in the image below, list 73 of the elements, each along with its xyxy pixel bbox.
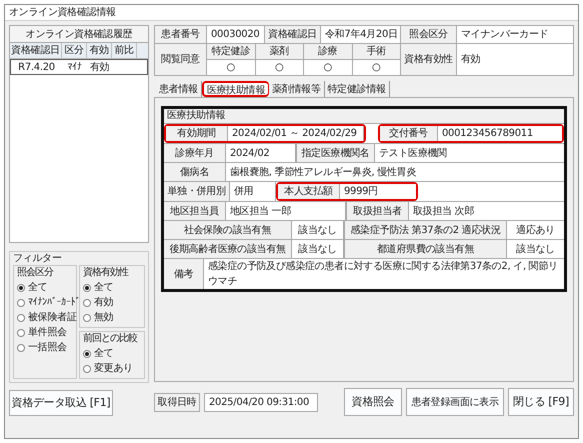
radio-button[interactable]: [83, 314, 91, 322]
radio-button[interactable]: [83, 364, 91, 372]
radio-button[interactable]: [17, 298, 25, 306]
field-label: 資格確認日: [265, 26, 321, 44]
group-title: 前回との比較: [83, 332, 138, 346]
column-header: 区分: [62, 43, 87, 58]
window-title: オンライン資格確認情報: [5, 5, 578, 21]
action-button[interactable]: 資格照会: [344, 388, 402, 416]
radio-button[interactable]: [17, 284, 25, 292]
action-button[interactable]: 患者登録画面に表示: [406, 388, 504, 416]
field-label: 単独・併用別: [164, 182, 230, 201]
column-header: 手術: [352, 44, 401, 60]
column-header: 前比: [112, 43, 137, 58]
action-button[interactable]: 閉じる [F9]: [508, 388, 574, 416]
radio-label: 一括照会: [28, 341, 67, 355]
field-value: マイナンバーカード: [457, 26, 574, 44]
history-row[interactable]: R7.4.20 ﾏｲﾅ 有効: [10, 59, 148, 75]
consent-mark: ○: [324, 61, 332, 75]
section-title: 医療扶助情報: [164, 109, 564, 123]
field-label: 傷病名: [164, 163, 226, 181]
column-header: 資格確認日: [10, 43, 62, 58]
radio-button[interactable]: [17, 328, 25, 336]
field-value: 2025/04/20 09:31:00: [204, 392, 318, 412]
field-label: 本人支払額: [278, 184, 340, 199]
field-label: 閲覧同意: [155, 44, 207, 76]
filter-title: フィルター: [13, 252, 63, 265]
field-label: 社会保険の該当有無: [164, 221, 292, 239]
field-label: 指定医療機関名: [297, 144, 375, 162]
history-title: オンライン資格確認履歴: [9, 25, 149, 43]
column-header: 有効: [87, 43, 112, 58]
field-label: 照会区分: [401, 26, 457, 44]
field-label: 資格有効性: [401, 44, 457, 76]
field-label: 交付番号: [380, 126, 438, 141]
field-label: 備考: [164, 259, 204, 289]
field-value: 令和7年4月20日: [321, 26, 401, 44]
radio-label: 無効: [94, 310, 114, 325]
group-title: 資格有効性: [83, 266, 130, 280]
field-value: 00030020: [207, 26, 265, 44]
radio-label: ﾏｲﾅﾝﾊﾞｰｶｰﾄﾞ: [28, 296, 80, 310]
field-label: 診療年月: [164, 144, 226, 162]
column-header: 薬剤: [256, 44, 304, 60]
consent-mark: ○: [275, 61, 284, 75]
consent-mark: ○: [372, 61, 380, 75]
consent-mark: ○: [226, 61, 235, 75]
radio-button[interactable]: [83, 284, 91, 292]
group-title: 照会区分: [17, 266, 54, 280]
field-value: 有効: [457, 44, 574, 76]
column-header: 診療: [304, 44, 352, 60]
table-cell-text: R7.4.20: [18, 60, 55, 74]
radio-label: 全て: [28, 281, 48, 295]
field-label: 後期高齢者医療の該当有無: [164, 240, 292, 258]
table-cell-text: ﾏｲﾅ: [67, 60, 82, 74]
field-label: 感染症予防法 第37条の2 適応状況: [345, 221, 507, 239]
table-cell-text: 有効: [90, 60, 110, 74]
field-label: 取扱担当者: [347, 202, 409, 220]
radio-label: 全て: [94, 347, 114, 361]
radio-button[interactable]: [17, 314, 25, 322]
field-label: 都道府県費の該当有無: [345, 240, 507, 258]
radio-button[interactable]: [83, 298, 91, 306]
radio-label: 全て: [94, 281, 114, 295]
radio-label: 有効: [94, 296, 114, 310]
radio-button[interactable]: [83, 350, 91, 358]
tab[interactable]: 医療扶助情報: [202, 81, 270, 97]
field-label: 有効期間: [166, 126, 228, 141]
field-label: 地区担当員: [164, 202, 226, 220]
import-button[interactable]: 資格データ取込 [F1]: [9, 390, 113, 416]
radio-button[interactable]: [17, 344, 25, 352]
column-header: 特定健診: [207, 44, 256, 60]
radio-label: 被保険者証: [28, 310, 77, 325]
field-label: 患者番号: [155, 26, 207, 44]
radio-label: 変更あり: [94, 362, 133, 376]
radio-label: 単件照会: [28, 326, 67, 340]
field-label: 取得日時: [154, 392, 200, 412]
